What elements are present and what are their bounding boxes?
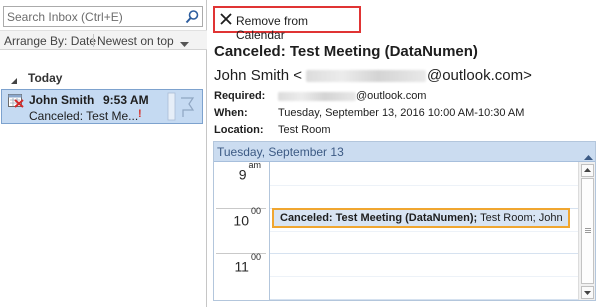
- category-icon[interactable]: [167, 92, 176, 121]
- sort-arrow-icon[interactable]: [180, 37, 189, 51]
- collapse-arrow-icon[interactable]: [584, 149, 593, 163]
- when-row: When: Tuesday, September 13, 2016 10:00 A…: [214, 107, 524, 119]
- collapse-triangle-icon[interactable]: [10, 74, 18, 88]
- calendar-preview: Tuesday, September 13 9am 1000 1100 Canc…: [213, 141, 596, 301]
- time-column: 9am 1000 1100: [214, 160, 269, 300]
- sort-order-button[interactable]: Newest on top: [97, 34, 174, 48]
- arrange-by-button[interactable]: Arrange By: Date: [4, 34, 96, 48]
- group-header-label: Today: [28, 71, 63, 85]
- event-text: Canceled: Test Meeting (DataNumen); Test…: [280, 212, 563, 224]
- mail-subject: Canceled: Test Me...: [29, 109, 139, 123]
- list-item[interactable]: John Smith 9:53 AM Canceled: Test Me... …: [1, 89, 203, 124]
- flag-area[interactable]: [166, 90, 202, 123]
- remove-from-calendar-button[interactable]: Remove from Calendar: [213, 6, 361, 42]
- grip-line: [585, 232, 591, 233]
- arrange-separator: [93, 34, 94, 47]
- search-box[interactable]: [3, 6, 203, 27]
- calendar-event[interactable]: Canceled: Test Meeting (DataNumen); Test…: [272, 208, 570, 228]
- calendar-date-label: Tuesday, September 13: [217, 145, 344, 159]
- sender-name: John Smith <: [214, 67, 302, 84]
- scroll-down-button[interactable]: [581, 286, 594, 299]
- mail-time: 9:53 AM: [103, 93, 149, 107]
- redacted-email: [278, 91, 356, 101]
- message-list-pane: Arrange By: Date Newest on top Today Joh…: [0, 0, 207, 307]
- grip-line: [585, 228, 591, 229]
- message-subject: Canceled: Test Meeting (DataNumen): [214, 43, 478, 60]
- mail-sender: John Smith: [29, 93, 95, 107]
- day-column[interactable]: Canceled: Test Meeting (DataNumen); Test…: [269, 162, 579, 300]
- when-value: Tuesday, September 13, 2016 10:00 AM-10:…: [278, 107, 525, 119]
- message-sender[interactable]: John Smith < @outlook.com>: [214, 67, 532, 84]
- close-icon: [220, 13, 232, 28]
- importance-icon: !: [138, 108, 142, 120]
- when-label: When:: [214, 107, 248, 119]
- slot-divider: [270, 185, 579, 186]
- hour-label: 1100: [234, 252, 261, 275]
- slot-divider: [270, 276, 579, 277]
- location-row: Location: Test Room: [214, 124, 331, 136]
- slot-divider: [270, 299, 579, 300]
- slot-divider: [270, 231, 579, 232]
- redacted-email: [305, 70, 426, 83]
- arrange-bar: Arrange By: Date Newest on top: [0, 30, 207, 50]
- remove-from-calendar-label: Remove from Calendar: [236, 14, 309, 42]
- slot-divider: [270, 253, 579, 254]
- location-value: Test Room: [278, 124, 331, 136]
- required-domain[interactable]: @outlook.com: [356, 90, 426, 102]
- meeting-canceled-icon: [8, 94, 24, 111]
- required-row: Required: @outlook.com: [214, 90, 426, 102]
- hour-label: 9am: [238, 160, 261, 183]
- vertical-scrollbar[interactable]: [578, 162, 595, 300]
- grip-line: [585, 230, 591, 231]
- required-label: Required:: [214, 90, 266, 102]
- search-icon[interactable]: [184, 9, 200, 25]
- search-input[interactable]: [4, 7, 180, 26]
- flag-icon[interactable]: [181, 97, 195, 117]
- sender-domain: @outlook.com>: [426, 67, 532, 84]
- scrollbar-thumb[interactable]: [581, 178, 594, 284]
- reading-pane: Remove from Calendar Canceled: Test Meet…: [208, 0, 598, 307]
- scroll-up-button[interactable]: [581, 164, 594, 177]
- hour-label: 1000: [233, 206, 261, 229]
- calendar-date-header: Tuesday, September 13: [214, 142, 595, 163]
- location-label: Location:: [214, 124, 264, 136]
- group-header-today[interactable]: Today: [10, 71, 62, 85]
